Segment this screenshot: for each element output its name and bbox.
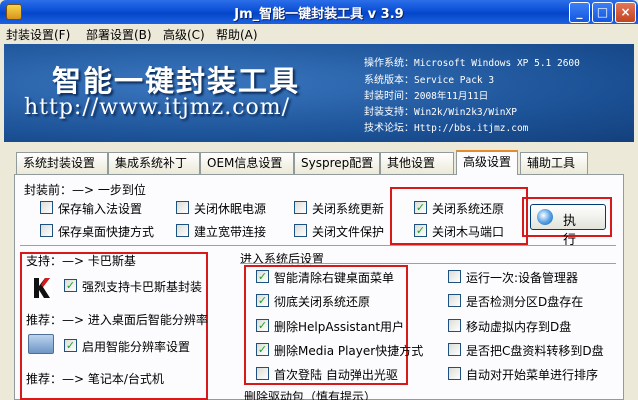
check-mark-icon[interactable]: ✓ [64, 279, 77, 292]
check-mark-icon[interactable]: ✓ [64, 339, 77, 352]
divider [20, 245, 616, 246]
checkbox-box[interactable] [256, 367, 269, 380]
tab-system-package[interactable]: 系统封装设置 [16, 152, 108, 174]
menu-package-settings[interactable]: 封装设置(F) [6, 26, 70, 43]
globe-icon [537, 209, 553, 225]
checkbox-box[interactable] [448, 319, 461, 332]
checkbox-box[interactable] [448, 343, 461, 356]
kaspersky-icon [30, 276, 52, 300]
menu-help[interactable]: 帮助(A) [216, 26, 258, 43]
menu-advanced[interactable]: 高级(C) [163, 26, 205, 43]
check-mark-icon[interactable]: ✓ [256, 319, 269, 332]
support-title: 支持：—> 卡巴斯基 [26, 254, 136, 268]
tab-oem[interactable]: OEM信息设置 [200, 152, 294, 174]
highlight-box [390, 187, 528, 245]
tab-advanced[interactable]: 高级设置 [456, 150, 518, 175]
tab-other[interactable]: 其他设置 [380, 152, 454, 174]
checkbox-box[interactable] [40, 224, 53, 237]
menu-bar: 封装设置(F) 部署设置(B) 高级(C) 帮助(A) [0, 24, 638, 44]
checkbox-box[interactable] [448, 294, 461, 307]
pre-section-title: 封装前：—> 一步到位 [24, 183, 146, 197]
execute-button[interactable]: 执 行 [530, 204, 606, 248]
title-bar[interactable]: Jm_智能一键封装工具 v 3.9 _ □ × [0, 0, 638, 24]
checkbox-box[interactable] [448, 367, 461, 380]
check-mark-icon[interactable]: ✓ [256, 294, 269, 307]
menu-deploy-settings[interactable]: 部署设置(B) [86, 26, 152, 43]
checkbox-box[interactable] [176, 224, 189, 237]
recommend-title: 推荐：—> 进入桌面后智能分辨率 [26, 313, 208, 327]
check-mark-icon[interactable]: ✓ [256, 270, 269, 283]
driver-section-title: 删除驱动包（慎有提示） [244, 390, 377, 400]
tab-sysprep[interactable]: Sysprep配置 [294, 152, 380, 174]
checkbox-box[interactable] [294, 201, 307, 214]
info-version: 系统版本：Service Pack 3 [364, 75, 495, 86]
checkbox-box[interactable] [294, 224, 307, 237]
banner-url: http://www.itjmz.com/ [24, 95, 291, 120]
maximize-button[interactable]: □ [592, 2, 613, 23]
checkbox-box[interactable] [176, 201, 189, 214]
window-title: Jm_智能一键封装工具 v 3.9 [234, 7, 404, 22]
checkbox-box[interactable] [448, 270, 461, 283]
divider [240, 263, 616, 264]
laptop-icon [28, 334, 54, 354]
notebook-title: 推荐：—> 笔记本/台式机 [26, 372, 164, 386]
info-os: 操作系统：Microsoft Windows XP 5.1 2600 [364, 58, 580, 69]
banner-title: 智能一键封装工具 [52, 64, 301, 98]
check-mark-icon[interactable]: ✓ [256, 343, 269, 356]
info-support: 封装支持：Win2k/Win2k3/WinXP [364, 107, 517, 118]
close-button[interactable]: × [615, 2, 636, 23]
checkbox-box[interactable] [40, 201, 53, 214]
tab-patches[interactable]: 集成系统补丁 [108, 152, 200, 174]
info-forum: 技术论坛：Http://bbs.itjmz.com [364, 123, 529, 134]
minimize-button[interactable]: _ [569, 2, 590, 23]
banner: 智能一键封装工具 http://www.itjmz.com/ 操作系统：Micr… [4, 44, 634, 142]
info-date: 封装时间：2008年11月11日 [364, 91, 489, 102]
tab-tools[interactable]: 辅助工具 [520, 152, 588, 174]
